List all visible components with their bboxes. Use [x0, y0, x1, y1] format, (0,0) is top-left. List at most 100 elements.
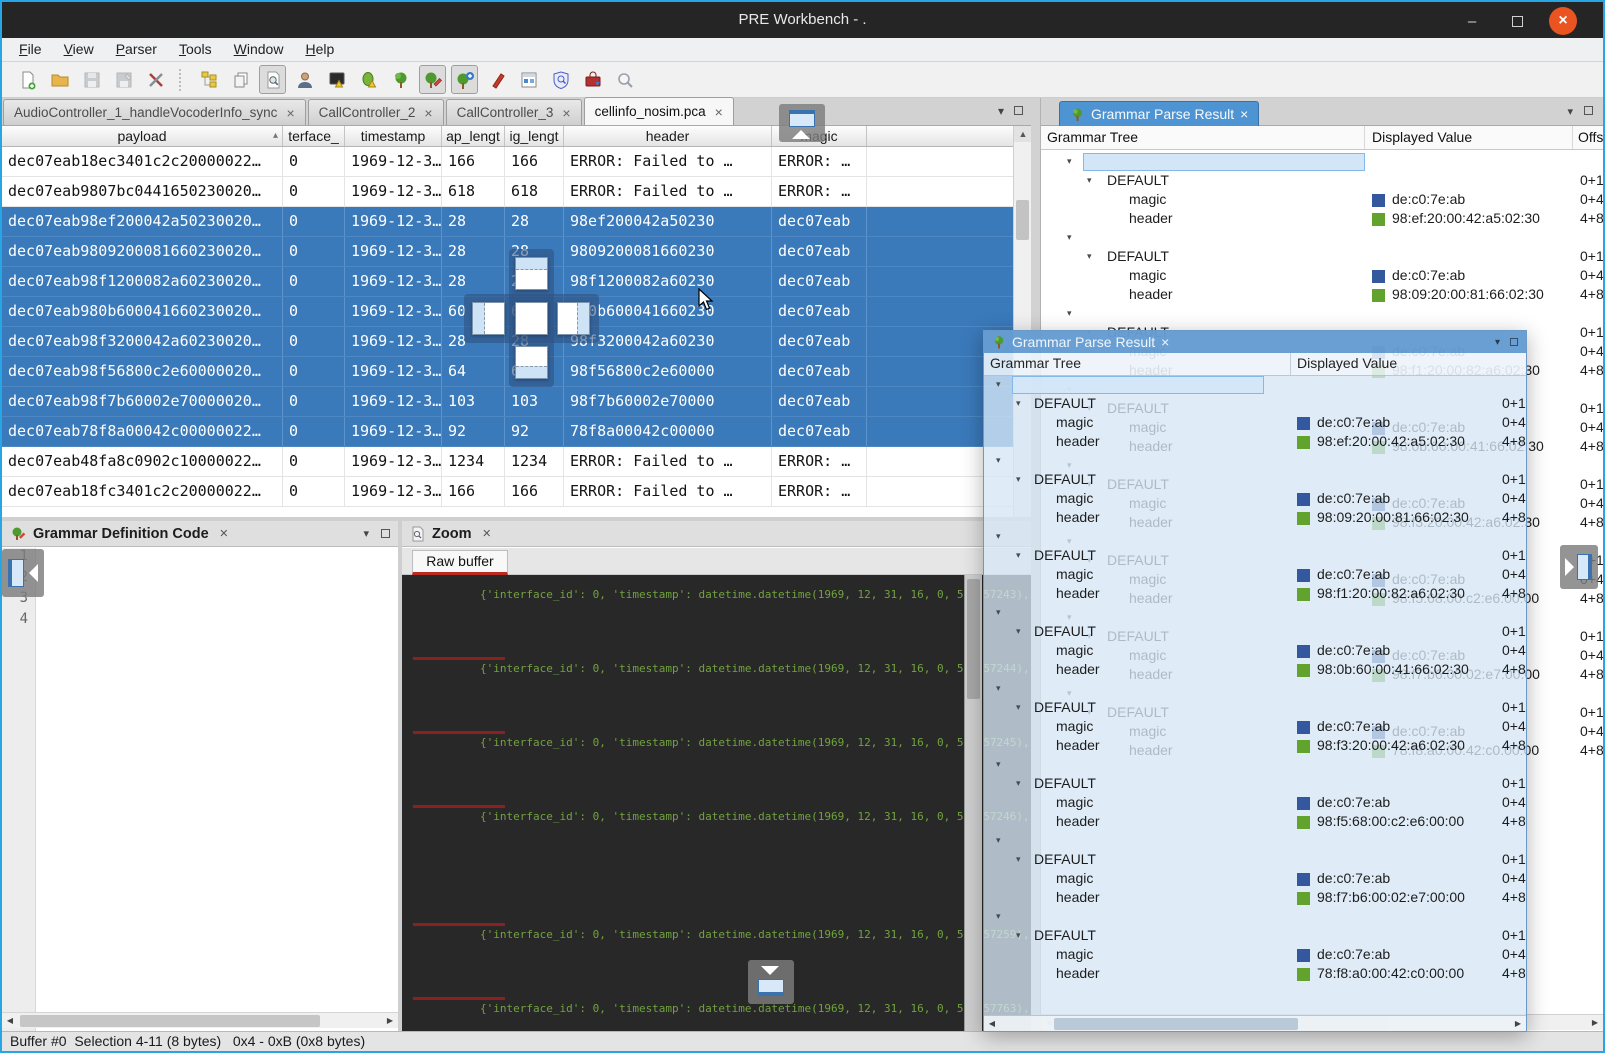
- column-header-interface[interactable]: terface_: [283, 126, 345, 146]
- header-field-row[interactable]: header98:ef:20:00:42:a5:02:304+8: [984, 433, 1526, 452]
- expand-arrow-icon[interactable]: ▾: [1067, 156, 1072, 167]
- scrollbar-thumb[interactable]: [20, 1015, 320, 1027]
- menu-item[interactable]: Help: [294, 38, 345, 60]
- code-horizontal-scrollbar[interactable]: ◀ ▶: [2, 1012, 398, 1028]
- floating-grammar-parse-result-window[interactable]: Grammar Parse Result × ▾ Grammar Tree Di…: [983, 330, 1527, 1032]
- restore-button[interactable]: [1506, 10, 1528, 32]
- expand-arrow-icon[interactable]: ▾: [1016, 778, 1021, 789]
- expand-arrow-icon[interactable]: ▾: [1087, 251, 1092, 262]
- tree-root-row[interactable]: ▾: [984, 528, 1526, 547]
- code-panel-menu-icon[interactable]: ▾: [363, 527, 369, 540]
- magic-field-row[interactable]: magicde:c0:7e:ab0+4: [984, 718, 1526, 737]
- tree-node-row[interactable]: ▾DEFAULT0+1: [984, 623, 1526, 642]
- column-offset[interactable]: Offset: [1578, 129, 1604, 145]
- column-header-orig-length[interactable]: ig_lengt: [505, 126, 564, 146]
- expand-arrow-icon[interactable]: ▾: [1016, 398, 1021, 409]
- tree-root-row[interactable]: ▾: [1041, 305, 1603, 324]
- column-displayed-value[interactable]: Displayed Value: [1372, 129, 1472, 145]
- column-displayed-value[interactable]: Displayed Value: [1297, 355, 1397, 371]
- new-file-button[interactable]: [14, 65, 41, 94]
- tree-root-row[interactable]: ▾: [984, 680, 1526, 699]
- scroll-right-icon[interactable]: ▶: [383, 1014, 397, 1028]
- expand-arrow-icon[interactable]: ▾: [1016, 930, 1021, 941]
- column-header-header[interactable]: header: [564, 126, 772, 146]
- tab-float-icon[interactable]: [1014, 106, 1023, 115]
- document-tab[interactable]: cellinfo_nosim.pca×: [584, 97, 734, 125]
- tools-button[interactable]: [142, 65, 169, 94]
- tree-node-row[interactable]: ▾DEFAULT0+1: [1041, 172, 1603, 191]
- parse-tree-button[interactable]: [387, 65, 414, 94]
- magic-field-row[interactable]: magicde:c0:7e:ab0+4: [1041, 267, 1603, 286]
- expand-arrow-icon[interactable]: ▾: [996, 379, 1001, 390]
- debug-warning-button[interactable]: [355, 65, 382, 94]
- column-grammar-tree[interactable]: Grammar Tree: [990, 355, 1081, 371]
- tree-root-row[interactable]: ▾: [984, 452, 1526, 471]
- menu-item[interactable]: Window: [223, 38, 295, 60]
- code-panel-close-icon[interactable]: ×: [220, 526, 228, 542]
- expand-arrow-icon[interactable]: ▾: [1016, 702, 1021, 713]
- floating-menu-icon[interactable]: ▾: [1495, 337, 1500, 348]
- header-field-row[interactable]: header98:0b:60:00:41:66:02:304+8: [984, 661, 1526, 680]
- tree-root-row[interactable]: ▾: [984, 908, 1526, 927]
- tree-root-row[interactable]: ▾: [984, 832, 1526, 851]
- header-field-row[interactable]: header98:f7:b6:00:02:e7:00:004+8: [984, 889, 1526, 908]
- floating-float-icon[interactable]: [1510, 338, 1518, 346]
- tab-close-icon[interactable]: ×: [424, 105, 432, 121]
- table-row[interactable]: dec07eab48fa8c0902c10000022… 0 1969-12-3…: [2, 447, 1013, 477]
- tree-node-row[interactable]: ▾DEFAULT0+1: [984, 851, 1526, 870]
- scroll-up-icon[interactable]: ▲: [1014, 126, 1032, 142]
- tree-root-row[interactable]: ▾: [984, 376, 1526, 395]
- save-button[interactable]: [78, 65, 105, 94]
- magic-field-row[interactable]: magicde:c0:7e:ab0+4: [984, 414, 1526, 433]
- hex-dump-view[interactable]: {'interface_id': 0, 'timestamp': datetim…: [402, 575, 1031, 1031]
- magic-field-row[interactable]: magicde:c0:7e:ab0+4: [984, 946, 1526, 965]
- magic-field-row[interactable]: magicde:c0:7e:ab0+4: [984, 642, 1526, 661]
- expand-arrow-icon[interactable]: ▾: [996, 911, 1001, 922]
- shield-search-button[interactable]: [547, 65, 574, 94]
- expand-arrow-icon[interactable]: ▾: [996, 835, 1001, 846]
- open-folder-button[interactable]: [46, 65, 73, 94]
- expand-arrow-icon[interactable]: ▾: [1016, 474, 1021, 485]
- raw-buffer-tab[interactable]: Raw buffer: [412, 550, 508, 575]
- magic-field-row[interactable]: magicde:c0:7e:ab0+4: [1041, 191, 1603, 210]
- zoom-panel-close-icon[interactable]: ×: [482, 526, 490, 542]
- magic-field-row[interactable]: magicde:c0:7e:ab0+4: [984, 794, 1526, 813]
- menu-item[interactable]: File: [8, 38, 53, 60]
- column-header-timestamp[interactable]: timestamp: [345, 126, 442, 146]
- save-as-button[interactable]: [110, 65, 137, 94]
- marker-button[interactable]: [483, 65, 510, 94]
- table-row[interactable]: dec07eab18fc3401c2c20000022… 0 1969-12-3…: [2, 477, 1013, 507]
- tree-root-row[interactable]: ▾: [984, 604, 1526, 623]
- parse-tree-add-button[interactable]: [451, 65, 478, 94]
- search-button[interactable]: [611, 65, 638, 94]
- preview-document-button[interactable]: [259, 65, 286, 94]
- parse-tree-edit-button[interactable]: [419, 65, 446, 94]
- magic-field-row[interactable]: magicde:c0:7e:ab0+4: [984, 490, 1526, 509]
- cascade-windows-button[interactable]: [227, 65, 254, 94]
- menu-item[interactable]: Parser: [105, 38, 168, 60]
- expand-arrow-icon[interactable]: ▾: [996, 531, 1001, 542]
- expand-arrow-icon[interactable]: ▾: [996, 455, 1001, 466]
- magic-field-row[interactable]: magicde:c0:7e:ab0+4: [984, 870, 1526, 889]
- user-expert-button[interactable]: [291, 65, 318, 94]
- document-tab[interactable]: AudioController_1_handleVocoderInfo_sync…: [3, 99, 306, 125]
- menu-item[interactable]: Tools: [168, 38, 223, 60]
- grammar-parse-result-tab[interactable]: Grammar Parse Result ×: [1059, 101, 1259, 126]
- tree-structure-button[interactable]: [195, 65, 222, 94]
- scroll-left-icon[interactable]: ◀: [985, 1017, 999, 1031]
- expand-arrow-icon[interactable]: ▾: [1016, 626, 1021, 637]
- dock-float-icon[interactable]: [1584, 106, 1593, 115]
- scroll-right-icon[interactable]: ▶: [1511, 1017, 1525, 1031]
- table-row[interactable]: dec07eab18ec3401c2c20000022… 0 1969-12-3…: [2, 147, 1013, 177]
- column-header-cap-length[interactable]: ap_lengt: [442, 126, 505, 146]
- minimize-button[interactable]: –: [1461, 10, 1483, 32]
- table-row[interactable]: dec07eab98ef200042a50230020… 0 1969-12-3…: [2, 207, 1013, 237]
- table-row[interactable]: dec07eab98f7b60002e70000020… 0 1969-12-3…: [2, 387, 1013, 417]
- code-panel-titlebar[interactable]: Grammar Definition Code × ▾: [2, 521, 398, 547]
- header-field-row[interactable]: header98:f5:68:00:c2:e6:00:004+8: [984, 813, 1526, 832]
- floating-horizontal-scrollbar[interactable]: ◀ ▶: [984, 1015, 1526, 1031]
- tab-close-icon[interactable]: ×: [1240, 106, 1248, 122]
- header-field-row[interactable]: header98:09:20:00:81:66:02:304+8: [984, 509, 1526, 528]
- expand-arrow-icon[interactable]: ▾: [1016, 550, 1021, 561]
- header-field-row[interactable]: header98:f3:20:00:42:a6:02:304+8: [984, 737, 1526, 756]
